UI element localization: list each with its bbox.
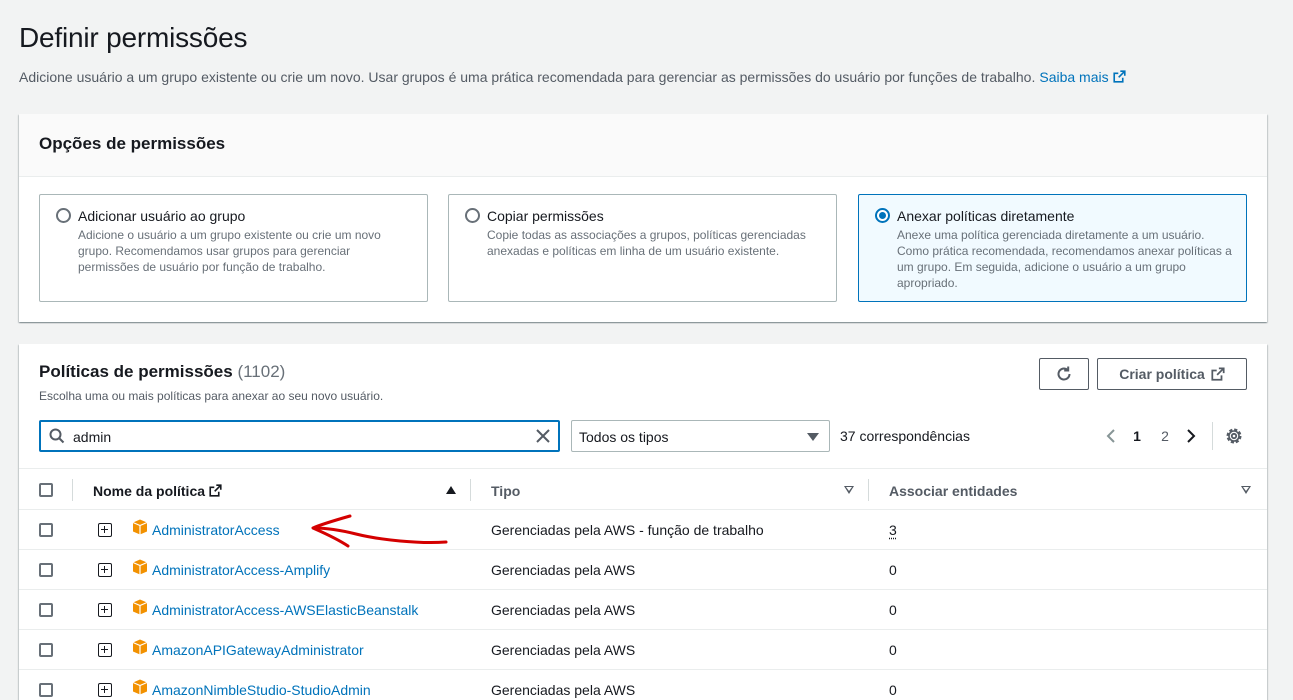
page-2[interactable]: 2 [1151, 428, 1179, 444]
expand-icon[interactable] [98, 523, 112, 537]
page-1[interactable]: 1 [1123, 428, 1151, 444]
policy-entities[interactable]: 3 [889, 522, 897, 538]
policy-link[interactable]: AdministratorAccess-Amplify [152, 562, 330, 578]
policy-entities: 0 [889, 642, 897, 658]
table-header: Nome da política Tipo Associar entidades [19, 468, 1267, 510]
policy-link[interactable]: AmazonAPIGatewayAdministrator [152, 642, 364, 658]
create-policy-label: Criar política [1119, 366, 1205, 382]
radio-attach-policies[interactable] [875, 208, 890, 223]
chevron-down-icon [807, 433, 819, 441]
radio-copy-permissions[interactable] [465, 208, 480, 223]
search-value: admin [73, 429, 112, 445]
policy-cube-icon [132, 679, 148, 695]
pagination: 1 2 [1099, 424, 1203, 448]
learn-more-label: Saiba mais [1039, 69, 1109, 85]
option-title: Adicionar usuário ao grupo [78, 208, 246, 224]
sort-icon[interactable] [844, 486, 854, 494]
policy-entities: 0 [889, 562, 897, 578]
search-icon [49, 428, 65, 444]
chevron-right-icon[interactable] [1179, 424, 1203, 448]
option-add-to-group[interactable]: Adicionar usuário ao grupo Adicione o us… [39, 194, 428, 302]
policy-cube-icon [132, 599, 148, 615]
policy-cube-icon [132, 519, 148, 535]
radio-add-to-group[interactable] [56, 208, 71, 223]
external-link-icon [1211, 367, 1225, 381]
row-checkbox[interactable] [39, 643, 53, 657]
column-policy-name-label: Nome da política [93, 483, 206, 499]
policy-link[interactable]: AmazonNimbleStudio-StudioAdmin [152, 682, 371, 698]
page-title: Definir permissões [19, 22, 248, 53]
table-row[interactable]: AdministratorAccess-Amplify Gerenciadas … [19, 550, 1267, 590]
option-description: Copie todas as associações a grupos, pol… [487, 228, 806, 258]
policy-link[interactable]: AdministratorAccess-AWSElasticBeanstalk [152, 602, 418, 618]
column-divider [72, 479, 73, 501]
column-divider [470, 479, 471, 501]
select-all-checkbox[interactable] [39, 483, 53, 497]
column-policy-name[interactable]: Nome da política [93, 483, 222, 499]
refresh-icon [1057, 366, 1071, 381]
policy-link[interactable]: AdministratorAccess [152, 522, 280, 538]
page-description: Adicione usuário a um grupo existente ou… [19, 69, 1126, 85]
refresh-button[interactable] [1039, 358, 1089, 390]
chevron-left-icon[interactable] [1099, 424, 1123, 448]
option-title: Copiar permissões [487, 208, 604, 224]
sort-ascending-icon[interactable] [446, 486, 456, 494]
option-description: Adicione o usuário a um grupo existente … [78, 228, 381, 274]
policy-type: Gerenciadas pela AWS - função de trabalh… [491, 522, 764, 538]
option-copy-permissions[interactable]: Copiar permissões Copie todas as associa… [448, 194, 837, 302]
table-row[interactable]: AdministratorAccess Gerenciadas pela AWS… [19, 510, 1267, 550]
external-link-icon [209, 484, 222, 497]
row-checkbox[interactable] [39, 563, 53, 577]
sort-icon[interactable] [1241, 486, 1251, 494]
match-count: 37 correspondências [840, 428, 970, 444]
policy-type: Gerenciadas pela AWS [491, 682, 636, 698]
close-icon[interactable] [534, 427, 552, 445]
column-type[interactable]: Tipo [491, 483, 520, 499]
policy-cube-icon [132, 639, 148, 655]
policies-title: Políticas de permissões (1102) [39, 362, 285, 382]
option-description: Anexe uma política gerenciada diretament… [897, 228, 1232, 290]
option-attach-policies[interactable]: Anexar políticas diretamente Anexe uma p… [858, 194, 1247, 302]
policy-entities: 0 [889, 602, 897, 618]
policy-type: Gerenciadas pela AWS [491, 642, 636, 658]
expand-icon[interactable] [98, 683, 112, 697]
policy-type: Gerenciadas pela AWS [491, 562, 636, 578]
policy-entities: 0 [889, 682, 897, 698]
column-entities[interactable]: Associar entidades [889, 483, 1017, 499]
policies-table: Nome da política Tipo Associar entidades… [19, 468, 1267, 700]
table-row[interactable]: AdministratorAccess-AWSElasticBeanstalk … [19, 590, 1267, 630]
row-checkbox[interactable] [39, 683, 53, 697]
type-filter-select[interactable]: Todos os tipos [571, 420, 830, 452]
row-checkbox[interactable] [39, 603, 53, 617]
expand-icon[interactable] [98, 563, 112, 577]
permission-options-panel: Opções de permissões Adicionar usuário a… [19, 114, 1267, 322]
policies-title-text: Políticas de permissões [39, 362, 233, 381]
option-title: Anexar políticas diretamente [897, 208, 1075, 224]
create-policy-button[interactable]: Criar política [1097, 358, 1247, 390]
policies-count: (1102) [237, 362, 286, 381]
policy-search-input[interactable]: admin [39, 420, 560, 452]
policy-cube-icon [132, 559, 148, 575]
page-description-text: Adicione usuário a um grupo existente ou… [19, 69, 1036, 85]
gear-icon[interactable] [1224, 426, 1244, 446]
column-divider [868, 479, 869, 501]
type-filter-value: Todos os tipos [579, 429, 669, 445]
row-checkbox[interactable] [39, 523, 53, 537]
pagination-divider [1212, 422, 1213, 450]
table-row[interactable]: AmazonAPIGatewayAdministrator Gerenciada… [19, 630, 1267, 670]
expand-icon[interactable] [98, 643, 112, 657]
policy-type: Gerenciadas pela AWS [491, 602, 636, 618]
policies-subtitle: Escolha uma ou mais políticas para anexa… [39, 389, 384, 403]
table-row[interactable]: AmazonNimbleStudio-StudioAdmin Gerenciad… [19, 670, 1267, 700]
external-link-icon [1113, 70, 1126, 83]
permission-policies-panel: Políticas de permissões (1102) Escolha u… [19, 344, 1267, 700]
learn-more-link[interactable]: Saiba mais [1039, 69, 1126, 85]
permission-options-title: Opções de permissões [39, 134, 226, 153]
permission-options-header: Opções de permissões [19, 114, 1267, 177]
expand-icon[interactable] [98, 603, 112, 617]
